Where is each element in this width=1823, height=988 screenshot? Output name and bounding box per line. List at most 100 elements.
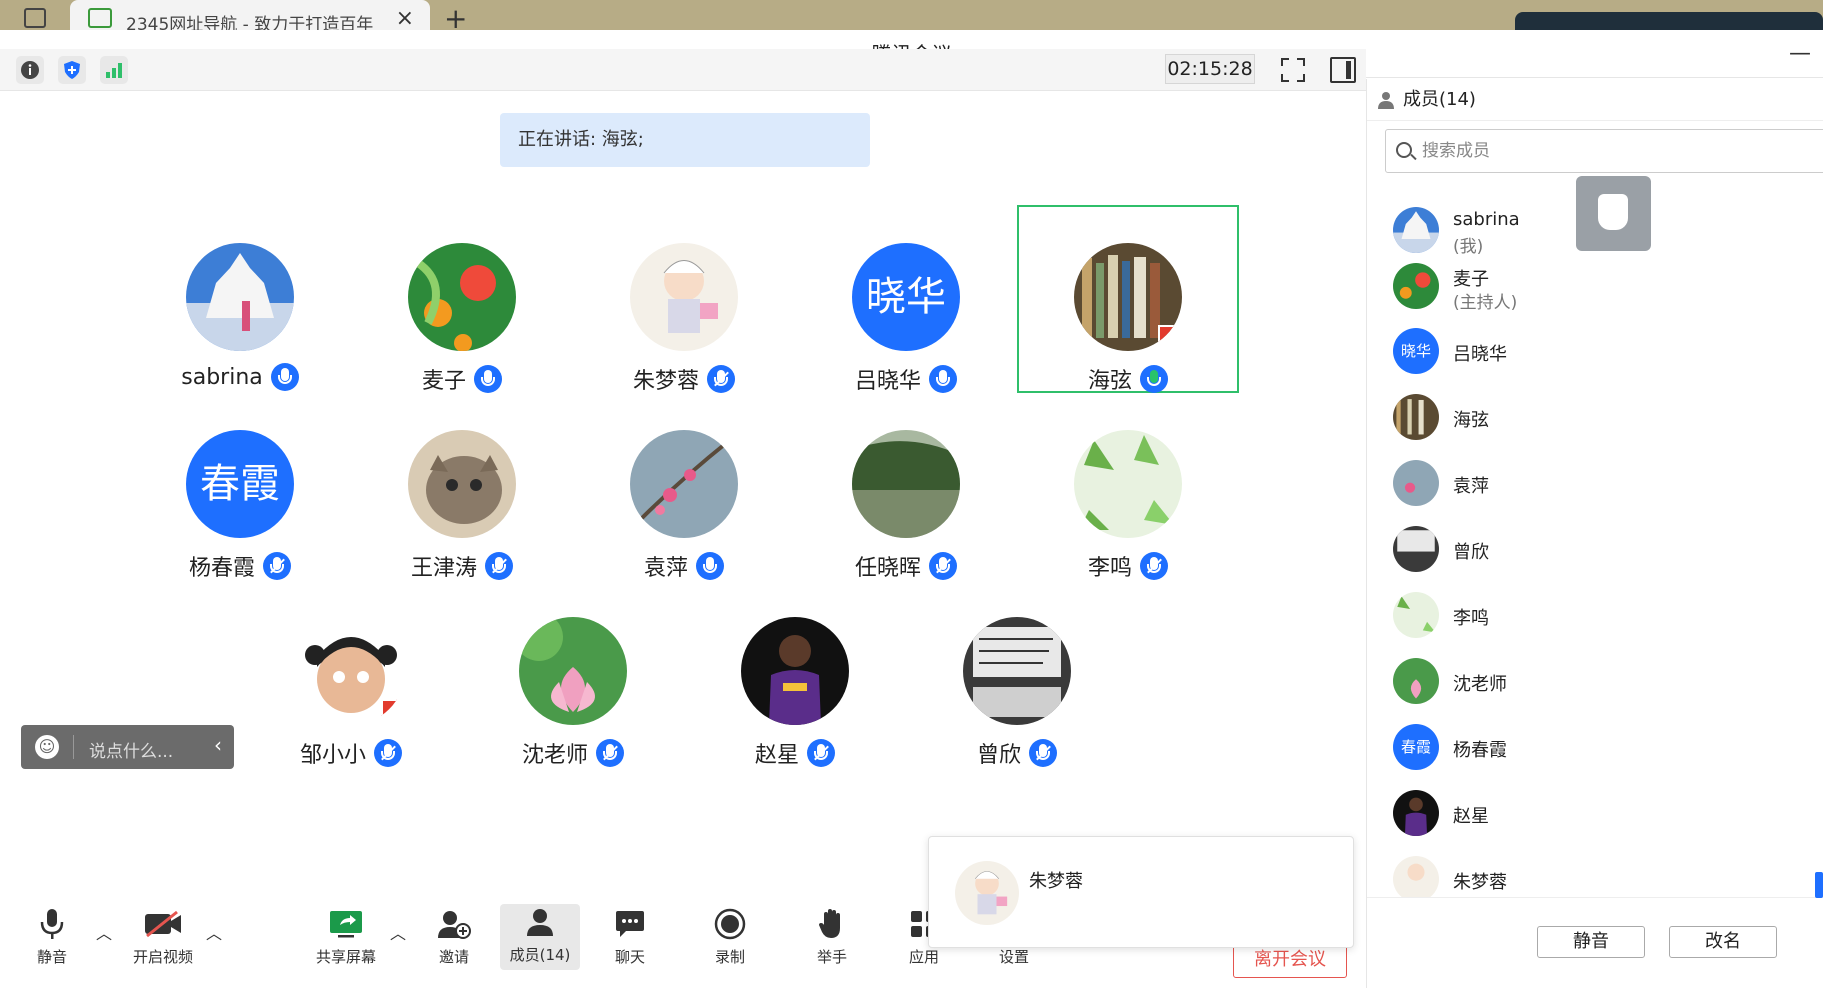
- chat-bubble-icon: [590, 906, 670, 942]
- participant-tile-renxiaohui[interactable]: 任晓晖: [816, 430, 996, 582]
- avatar: [1393, 526, 1439, 572]
- mute-label: 静音: [36, 948, 67, 966]
- microphone-on-icon: [270, 363, 299, 391]
- avatar: [1393, 658, 1439, 704]
- info-icon[interactable]: [16, 56, 44, 84]
- participant-tile-zengxin[interactable]: 曾欣: [927, 617, 1107, 769]
- speaker-popup[interactable]: 朱梦蓉: [928, 836, 1354, 948]
- microphone-muted-icon: [485, 552, 513, 580]
- participant-name: 邹小小: [299, 743, 366, 768]
- participant-tile-liming[interactable]: 李鸣: [1038, 430, 1218, 582]
- participant-tile-sabrina[interactable]: sabrina: [150, 243, 330, 391]
- avatar: [1393, 592, 1439, 638]
- microphone-muted-icon: [807, 739, 835, 767]
- member-item[interactable]: 朱梦蓉: [1393, 856, 1793, 897]
- member-item[interactable]: 李鸣: [1393, 592, 1793, 642]
- microphone-on-icon: [474, 365, 502, 393]
- avatar: [1074, 430, 1182, 538]
- members-button[interactable]: 成员(14): [500, 904, 580, 970]
- avatar: [408, 243, 516, 351]
- chat-button[interactable]: 聊天: [590, 906, 670, 967]
- member-item[interactable]: 晓华 吕晓华: [1393, 328, 1793, 378]
- participant-tile-zhumengrong[interactable]: 朱梦蓉: [594, 243, 774, 395]
- floating-pin-button[interactable]: [1576, 176, 1651, 251]
- browser-tab[interactable]: 2345网址导航 - 致力于打造百年 ×: [70, 0, 430, 30]
- member-name: 赵星: [1453, 806, 1489, 827]
- china-flag-icon: [381, 699, 405, 719]
- chevron-up-icon[interactable]: ︿: [96, 920, 112, 944]
- meeting-toolbar: 02:15:28: [0, 49, 1366, 91]
- mute-button[interactable]: 静音: [12, 906, 92, 967]
- invite-label: 邀请: [438, 948, 469, 966]
- member-item[interactable]: 麦子 (主持人): [1393, 263, 1793, 313]
- network-signal-icon[interactable]: [100, 56, 128, 84]
- record-button[interactable]: 录制: [690, 906, 770, 967]
- avatar: [1074, 243, 1182, 351]
- participant-tile-yuanping[interactable]: 袁萍: [594, 430, 774, 582]
- security-shield-icon[interactable]: [58, 56, 86, 84]
- background-window: [1515, 12, 1823, 30]
- member-item[interactable]: 海弦: [1393, 394, 1793, 444]
- avatar: [519, 617, 627, 725]
- rename-button[interactable]: 改名: [1669, 926, 1777, 958]
- invite-button[interactable]: 邀请: [414, 906, 494, 967]
- members-label: 成员(14): [509, 946, 571, 964]
- participant-tile-lvxiaohua[interactable]: 晓华 吕晓华: [816, 243, 996, 395]
- member-name: 李鸣: [1453, 608, 1489, 629]
- avatar: [630, 243, 738, 351]
- popup-name: 朱梦蓉: [1029, 871, 1083, 892]
- microphone-muted-icon: [1140, 552, 1168, 580]
- member-item[interactable]: 曾欣: [1393, 526, 1793, 576]
- raise-hand-button[interactable]: 举手: [792, 906, 872, 967]
- video-off-icon: [123, 906, 203, 942]
- participant-tile-zhaoxing[interactable]: 赵星: [705, 617, 885, 769]
- tab-close-icon[interactable]: ×: [396, 6, 414, 30]
- participant-name: 袁萍: [643, 556, 688, 581]
- member-item[interactable]: 春霞 杨春霞: [1393, 724, 1793, 774]
- participant-name: sabrina: [181, 364, 263, 390]
- scrollbar-thumb[interactable]: [1815, 872, 1823, 898]
- collapse-chevron-icon[interactable]: ‹: [214, 733, 222, 757]
- participant-tile-maizi[interactable]: 麦子: [372, 243, 552, 395]
- user-icon: [1378, 92, 1394, 109]
- avatar: 晓华: [1393, 328, 1439, 374]
- participant-name: 麦子: [421, 369, 466, 394]
- tab-overview-icon[interactable]: [24, 8, 46, 28]
- avatar: [630, 430, 738, 538]
- microphone-muted-icon: [1029, 739, 1057, 767]
- divider: [73, 735, 74, 759]
- start-video-button[interactable]: 开启视频: [123, 906, 203, 967]
- participant-tile-wangjintao[interactable]: 王津涛: [372, 430, 552, 582]
- emoji-icon[interactable]: ☺: [35, 735, 59, 759]
- member-item[interactable]: 赵星: [1393, 790, 1793, 840]
- participant-name: 王津涛: [410, 556, 477, 581]
- member-item[interactable]: 袁萍: [1393, 460, 1793, 510]
- chat-placeholder[interactable]: 说点什么...: [89, 737, 173, 762]
- member-name: 杨春霞: [1453, 740, 1507, 761]
- speaking-banner: 正在讲话: 海弦;: [500, 113, 870, 167]
- chevron-up-icon[interactable]: ︿: [390, 920, 406, 944]
- chat-label: 聊天: [614, 948, 645, 966]
- share-screen-icon: [306, 906, 386, 942]
- participant-tile-yangchunxia[interactable]: 春霞 杨春霞: [150, 430, 330, 582]
- quick-chat-input[interactable]: ☺ 说点什么... ‹: [21, 725, 234, 769]
- share-label: 共享屏幕: [315, 948, 376, 966]
- browser-tab-title: 2345网址导航 - 致力于打造百年: [126, 15, 374, 30]
- members-icon: [500, 904, 580, 940]
- fullscreen-icon[interactable]: [1280, 57, 1306, 83]
- chevron-up-icon[interactable]: ︿: [206, 920, 222, 944]
- member-search-input[interactable]: 搜索成员: [1385, 129, 1823, 173]
- minimize-button[interactable]: —: [1789, 30, 1811, 78]
- panel-footer: 静音 改名: [1367, 897, 1823, 988]
- participant-tile-shenlaoshi[interactable]: 沈老师: [483, 617, 663, 769]
- participant-name: 杨春霞: [188, 556, 255, 581]
- mute-all-button[interactable]: 静音: [1537, 926, 1645, 958]
- browser-tabstrip: 2345网址导航 - 致力于打造百年 × +: [0, 0, 1823, 35]
- meeting-timer: 02:15:28: [1165, 54, 1255, 84]
- participant-tile-haixian[interactable]: 海弦: [1038, 243, 1218, 395]
- member-item[interactable]: 沈老师: [1393, 658, 1793, 708]
- toggle-sidebar-icon[interactable]: [1330, 57, 1356, 83]
- share-screen-button[interactable]: 共享屏幕: [306, 906, 386, 967]
- avatar: [955, 861, 1019, 925]
- participant-tile-zouxiaoxiao[interactable]: 邹小小: [261, 617, 441, 769]
